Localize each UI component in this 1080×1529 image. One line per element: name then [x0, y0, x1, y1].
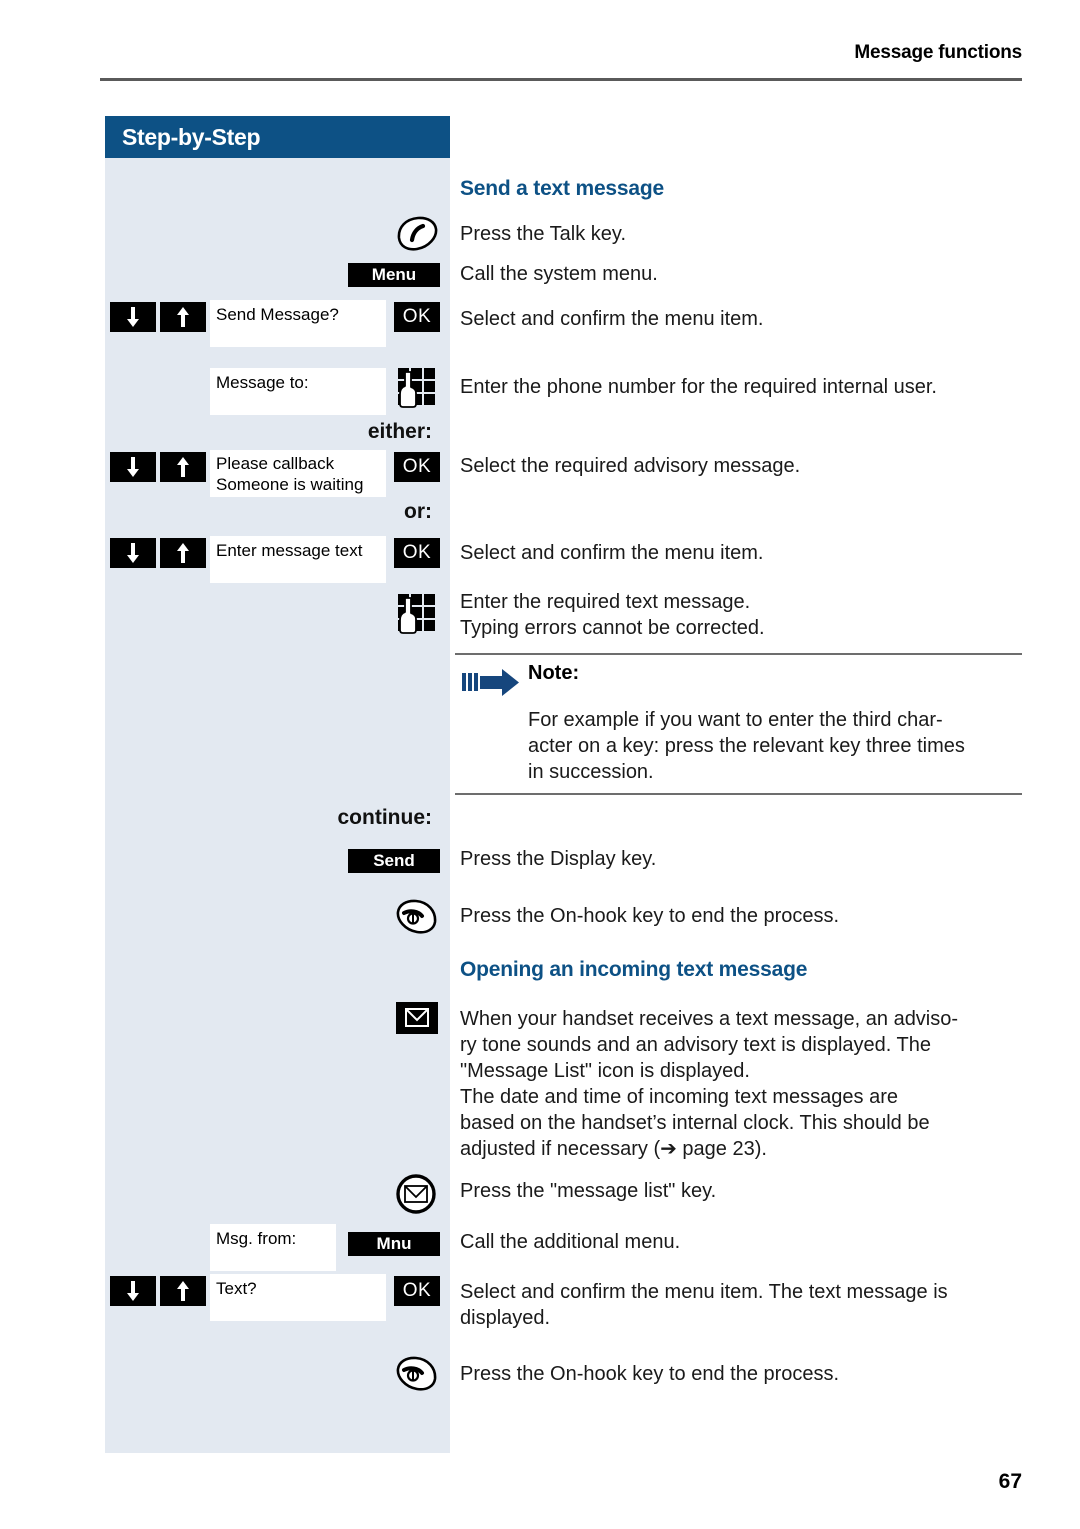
step-enter-phone-number: Enter the phone number for the required …	[460, 376, 937, 398]
ok-softkey-3[interactable]: OK	[394, 538, 440, 568]
step-select-confirm-line1: Select and confirm the menu item. The te…	[460, 1281, 948, 1303]
display-send-message: Send Message?	[210, 300, 386, 347]
on-hook-key-icon	[396, 1355, 438, 1393]
sidebar-title: Step-by-Step	[105, 116, 450, 158]
keypad-hand-icon	[396, 592, 438, 634]
section2-para-line3: "Message List" icon is displayed.	[460, 1060, 750, 1082]
down-arrow-key-icon[interactable]	[110, 1276, 156, 1306]
step-enter-text-line2: Typing errors cannot be corrected.	[460, 617, 765, 639]
up-arrow-key-icon[interactable]	[160, 452, 206, 482]
message-list-key-icon	[394, 1172, 438, 1216]
step-call-system-menu: Call the system menu.	[460, 263, 658, 285]
talk-key-icon	[396, 216, 438, 252]
header-divider	[100, 78, 1022, 81]
section2-para-line1: When your handset receives a text messag…	[460, 1008, 959, 1030]
note-body-line2: acter on a key: press the relevant key t…	[528, 735, 965, 757]
section2-para-line6: adjusted if necessary (➔ page 23).	[460, 1138, 767, 1160]
display-enter-message-text: Enter message text	[210, 536, 386, 583]
step-press-talk-key: Press the Talk key.	[460, 223, 626, 245]
step-select-confirm-1: Select and confirm the menu item.	[460, 308, 764, 330]
mnu-softkey[interactable]: Mnu	[348, 1232, 440, 1256]
section2-para-line4: The date and time of incoming text messa…	[460, 1086, 899, 1108]
section2-para-line2: ry tone sounds and an advisory text is d…	[460, 1034, 932, 1056]
message-list-indicator-icon	[396, 1002, 438, 1034]
display-line-someone-waiting: Someone is waiting	[216, 475, 364, 494]
display-advisory-messages: Please callback Someone is waiting	[210, 450, 386, 497]
display-text-question: Text?	[210, 1274, 386, 1321]
section2-para-line5: based on the handset’s internal clock. T…	[460, 1112, 930, 1134]
step-select-confirm-2: Select and confirm the menu item.	[460, 542, 764, 564]
display-line-please-callback: Please callback	[216, 454, 335, 473]
keypad-hand-icon	[396, 366, 438, 408]
ok-softkey-1[interactable]: OK	[394, 302, 440, 332]
down-arrow-key-icon[interactable]	[110, 302, 156, 332]
menu-softkey[interactable]: Menu	[348, 263, 440, 287]
up-arrow-key-icon[interactable]	[160, 1276, 206, 1306]
note-body-line3: in succession.	[528, 761, 654, 783]
ok-softkey-2[interactable]: OK	[394, 452, 440, 482]
note-title: Note:	[528, 662, 580, 684]
down-arrow-key-icon[interactable]	[110, 538, 156, 568]
step-enter-text-line1: Enter the required text message.	[460, 591, 751, 613]
note-arrow-icon	[462, 668, 520, 698]
step-call-additional-menu: Call the additional menu.	[460, 1231, 681, 1253]
section-heading-send-text-message: Send a text message	[460, 177, 664, 200]
up-arrow-key-icon[interactable]	[160, 538, 206, 568]
label-either: either:	[367, 420, 432, 443]
page-header-chapter-title: Message functions	[854, 42, 1022, 63]
ok-softkey-4[interactable]: OK	[394, 1276, 440, 1306]
section-heading-opening-incoming-text-message: Opening an incoming text message	[460, 958, 808, 981]
down-arrow-key-icon[interactable]	[110, 452, 156, 482]
up-arrow-key-icon[interactable]	[160, 302, 206, 332]
step-select-advisory-message: Select the required advisory message.	[460, 455, 801, 477]
send-softkey[interactable]: Send	[348, 849, 440, 873]
label-continue: continue:	[337, 806, 433, 829]
step-press-onhook-key-2: Press the On-hook key to end the process…	[460, 1363, 840, 1385]
note-top-divider	[455, 653, 1022, 655]
display-message-to: Message to:	[210, 368, 386, 415]
page-number: 67	[998, 1470, 1022, 1493]
on-hook-key-icon	[396, 898, 438, 936]
step-select-confirm-line2: displayed.	[460, 1307, 551, 1329]
step-press-display-key: Press the Display key.	[460, 848, 657, 870]
note-bottom-divider	[455, 793, 1022, 795]
display-msg-from: Msg. from:	[210, 1224, 336, 1271]
step-press-message-list-key: Press the "message list" key.	[460, 1180, 717, 1202]
label-or: or:	[404, 500, 432, 523]
step-press-onhook-key-1: Press the On-hook key to end the process…	[460, 905, 840, 927]
note-body-line1: For example if you want to enter the thi…	[528, 709, 943, 731]
